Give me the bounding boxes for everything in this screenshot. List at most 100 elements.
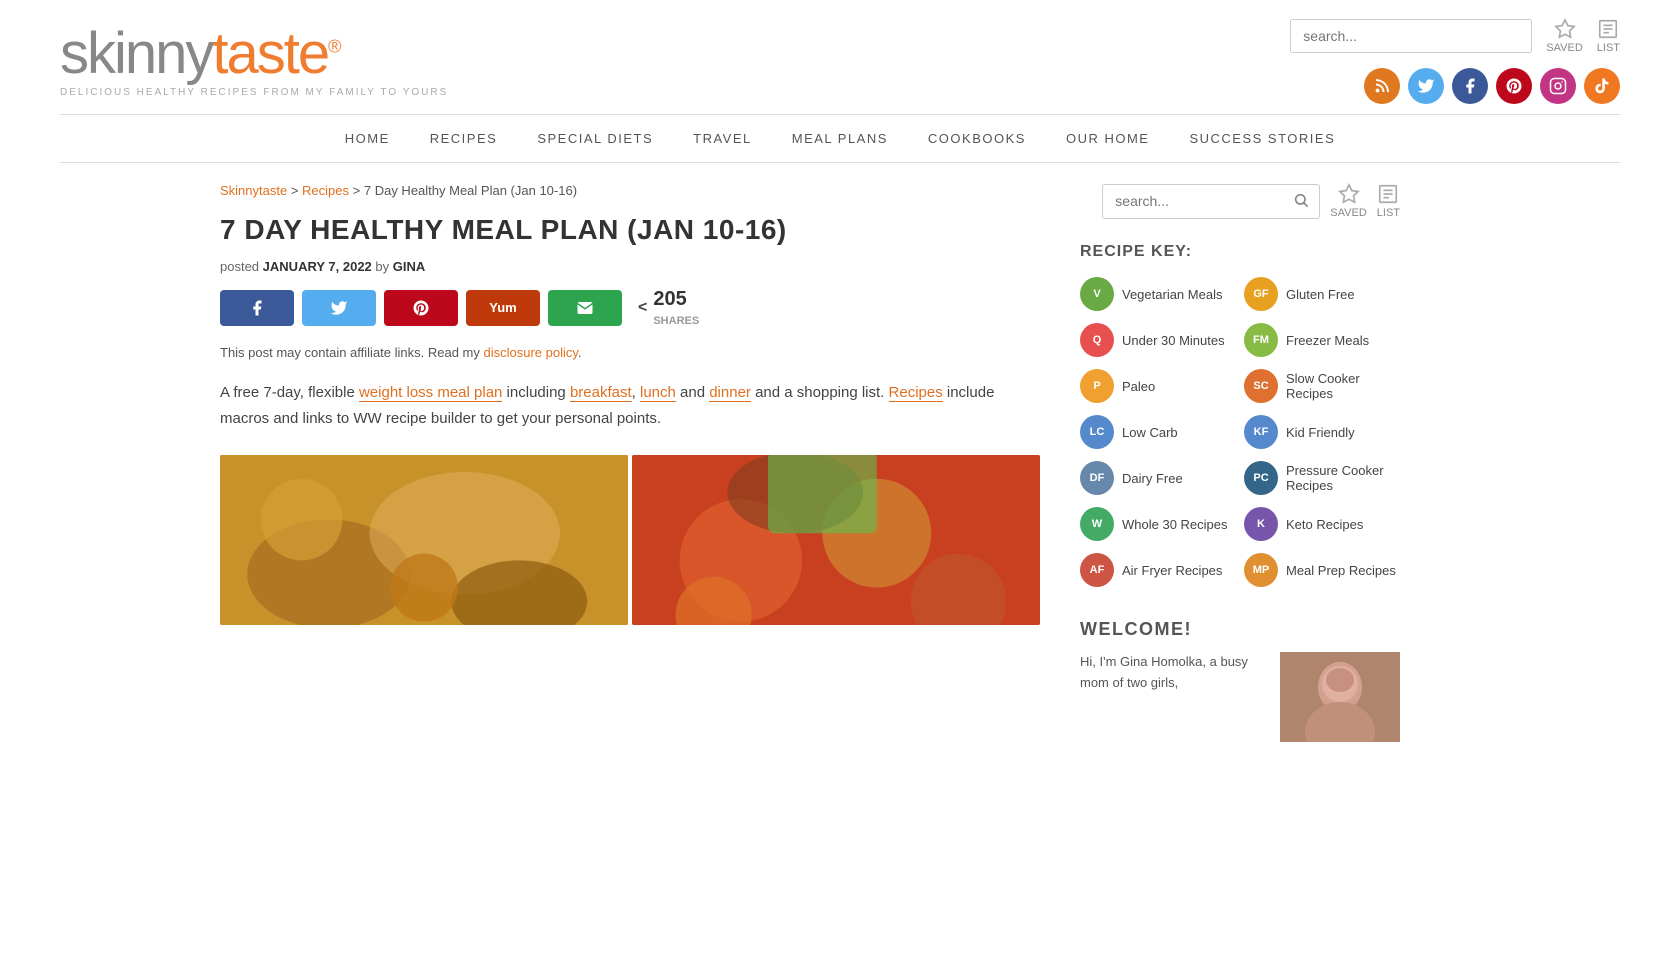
- recipe-key-item-p[interactable]: P Paleo: [1080, 369, 1236, 403]
- key-label-lc: Low Carb: [1122, 425, 1178, 440]
- share-count: < 205 SHARES: [638, 288, 699, 327]
- social-icons: [1364, 68, 1620, 104]
- sidebar-search-area: SAVED LIST: [1080, 183, 1400, 219]
- key-badge-af: AF: [1080, 553, 1114, 587]
- main-nav: HOME RECIPES SPECIAL DIETS TRAVEL MEAL P…: [0, 115, 1680, 162]
- site-logo[interactable]: skinnytaste®: [60, 25, 448, 83]
- key-badge-sc: SC: [1244, 369, 1278, 403]
- key-badge-p: P: [1080, 369, 1114, 403]
- header-search-input[interactable]: [1291, 21, 1511, 51]
- nav-meal-plans[interactable]: MEAL PLANS: [792, 131, 888, 146]
- recipe-key-item-fm[interactable]: FM Freezer Meals: [1244, 323, 1400, 357]
- key-badge-df: DF: [1080, 461, 1114, 495]
- breakfast-link[interactable]: breakfast: [570, 384, 632, 402]
- header-search-bar[interactable]: [1290, 19, 1532, 53]
- recipes-link[interactable]: Recipes: [889, 384, 943, 402]
- article-title: 7 DAY HEALTHY MEAL PLAN (JAN 10-16): [220, 212, 1040, 247]
- email-share-button[interactable]: [548, 290, 622, 326]
- nav-travel[interactable]: TRAVEL: [693, 131, 752, 146]
- instagram-icon[interactable]: [1540, 68, 1576, 104]
- article-image-right: [632, 455, 1040, 625]
- nav-success-stories[interactable]: SUCCESS STORIES: [1189, 131, 1335, 146]
- sidebar-saved-button[interactable]: SAVED: [1330, 183, 1366, 219]
- rss-icon[interactable]: [1364, 68, 1400, 104]
- twitter-share-button[interactable]: [302, 290, 376, 326]
- nav-cookbooks[interactable]: COOKBOOKS: [928, 131, 1026, 146]
- key-badge-fm: FM: [1244, 323, 1278, 357]
- sidebar-search-button[interactable]: [1283, 185, 1319, 218]
- recipe-key-item-gf[interactable]: GF Gluten Free: [1244, 277, 1400, 311]
- sidebar-search-bar[interactable]: [1102, 184, 1320, 219]
- twitter-icon[interactable]: [1408, 68, 1444, 104]
- list-label: LIST: [1597, 42, 1620, 54]
- pinterest-icon[interactable]: [1496, 68, 1532, 104]
- lunch-link[interactable]: lunch: [640, 384, 676, 402]
- sidebar-list-label: LIST: [1377, 207, 1400, 219]
- key-label-df: Dairy Free: [1122, 471, 1183, 486]
- share-row: Yum < 205 SHARES: [220, 288, 1040, 327]
- breadcrumb-sep2: >: [353, 183, 364, 198]
- breadcrumb-home[interactable]: Skinnytaste: [220, 183, 287, 198]
- recipe-key-item-pc[interactable]: PC Pressure Cooker Recipes: [1244, 461, 1400, 495]
- key-badge-q: Q: [1080, 323, 1114, 357]
- nav-our-home[interactable]: OUR HOME: [1066, 131, 1150, 146]
- key-label-p: Paleo: [1122, 379, 1155, 394]
- key-label-pc: Pressure Cooker Recipes: [1286, 463, 1400, 493]
- welcome-text: Hi, I'm Gina Homolka, a busy mom of two …: [1080, 652, 1266, 742]
- breadcrumb: Skinnytaste > Recipes > 7 Day Healthy Me…: [220, 183, 1040, 198]
- weight-loss-link[interactable]: weight loss meal plan: [359, 384, 502, 402]
- recipe-key-item-kf[interactable]: KF Kid Friendly: [1244, 415, 1400, 449]
- key-badge-w: W: [1080, 507, 1114, 541]
- recipe-key-item-df[interactable]: DF Dairy Free: [1080, 461, 1236, 495]
- post-date: JANUARY 7, 2022: [263, 259, 372, 274]
- welcome-content: Hi, I'm Gina Homolka, a busy mom of two …: [1080, 652, 1400, 742]
- key-label-mp: Meal Prep Recipes: [1286, 563, 1396, 578]
- main-layout: Skinnytaste > Recipes > 7 Day Healthy Me…: [160, 163, 1520, 762]
- facebook-share-button[interactable]: [220, 290, 294, 326]
- tiktok-icon[interactable]: [1584, 68, 1620, 104]
- recipe-key-title: RECIPE KEY:: [1080, 243, 1400, 261]
- dinner-link[interactable]: dinner: [709, 384, 751, 402]
- disclosure-prefix: This post may contain affiliate links. R…: [220, 345, 480, 360]
- welcome-text-content: Hi, I'm Gina Homolka, a busy mom of two …: [1080, 654, 1248, 690]
- logo-area: skinnytaste® DELICIOUS HEALTHY RECIPES F…: [60, 25, 448, 98]
- key-label-af: Air Fryer Recipes: [1122, 563, 1222, 578]
- key-badge-gf: GF: [1244, 277, 1278, 311]
- sidebar-search-input[interactable]: [1103, 186, 1283, 216]
- key-badge-mp: MP: [1244, 553, 1278, 587]
- posted-label: posted: [220, 259, 259, 274]
- header-right: SAVED LIST: [1290, 18, 1620, 104]
- recipe-key-item-lc[interactable]: LC Low Carb: [1080, 415, 1236, 449]
- recipe-key-item-k[interactable]: K Keto Recipes: [1244, 507, 1400, 541]
- sidebar-saved-label: SAVED: [1330, 207, 1366, 219]
- saved-button[interactable]: SAVED: [1546, 18, 1582, 54]
- recipe-key-grid: V Vegetarian Meals GF Gluten Free Q Unde…: [1080, 277, 1400, 587]
- shares-label: SHARES: [653, 315, 699, 327]
- recipe-key-item-af[interactable]: AF Air Fryer Recipes: [1080, 553, 1236, 587]
- disclosure-link[interactable]: disclosure policy: [484, 345, 578, 360]
- nav-recipes[interactable]: RECIPES: [430, 131, 498, 146]
- sidebar-list-button[interactable]: LIST: [1377, 183, 1400, 219]
- breadcrumb-recipes[interactable]: Recipes: [302, 183, 349, 198]
- recipe-key-item-q[interactable]: Q Under 30 Minutes: [1080, 323, 1236, 357]
- yummly-share-button[interactable]: Yum: [466, 290, 540, 326]
- recipe-key-item-sc[interactable]: SC Slow Cooker Recipes: [1244, 369, 1400, 403]
- shares-number: 205: [653, 288, 686, 310]
- pinterest-share-button[interactable]: [384, 290, 458, 326]
- article-body: A free 7-day, flexible weight loss meal …: [220, 380, 1040, 431]
- article-images: [220, 455, 1040, 625]
- recipe-key-item-v[interactable]: V Vegetarian Meals: [1080, 277, 1236, 311]
- recipe-key-item-w[interactable]: W Whole 30 Recipes: [1080, 507, 1236, 541]
- nav-home[interactable]: HOME: [345, 131, 390, 146]
- facebook-icon[interactable]: [1452, 68, 1488, 104]
- key-label-fm: Freezer Meals: [1286, 333, 1369, 348]
- site-tagline: DELICIOUS HEALTHY RECIPES FROM MY FAMILY…: [60, 87, 448, 98]
- nav-special-diets[interactable]: SPECIAL DIETS: [537, 131, 653, 146]
- key-label-w: Whole 30 Recipes: [1122, 517, 1228, 532]
- key-label-v: Vegetarian Meals: [1122, 287, 1222, 302]
- header-search-button[interactable]: [1511, 20, 1531, 52]
- recipe-key-item-mp[interactable]: MP Meal Prep Recipes: [1244, 553, 1400, 587]
- logo-registered: ®: [328, 36, 339, 56]
- list-button[interactable]: LIST: [1597, 18, 1620, 54]
- key-badge-pc: PC: [1244, 461, 1278, 495]
